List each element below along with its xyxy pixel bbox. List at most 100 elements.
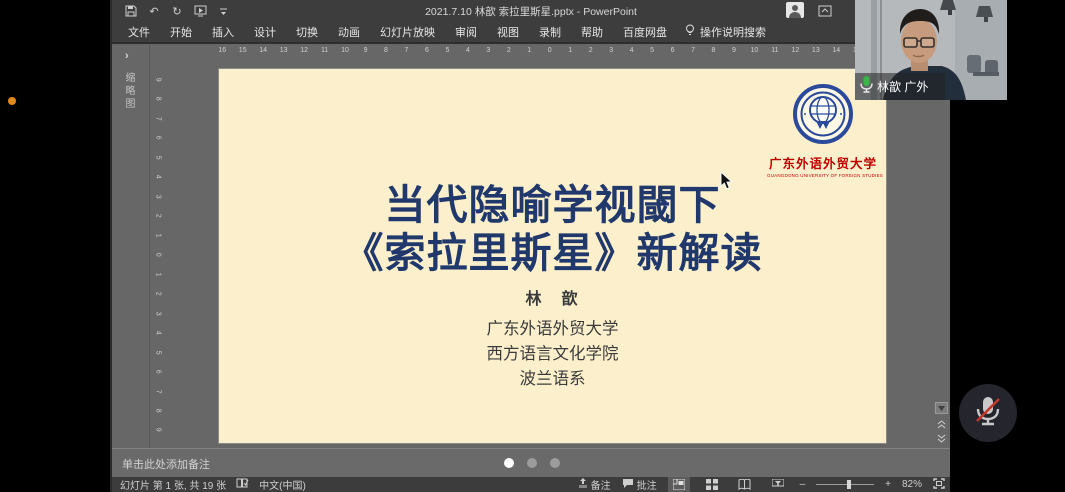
ribbon-tab-1[interactable]: 开始 [160, 24, 202, 40]
slide-indicator-dots [504, 458, 560, 468]
notes-placeholder[interactable]: 单击此处添加备注 [122, 456, 210, 472]
hruler-number-3: 13 [273, 45, 293, 57]
slide-title[interactable]: 当代隐喻学视閾下 《索拉里斯星》新解读 [219, 181, 886, 277]
previous-slide-icon[interactable] [935, 418, 948, 430]
vruler-number-18: 9 [148, 424, 167, 436]
ribbon-tab-4[interactable]: 切换 [286, 24, 328, 40]
reading-view-button[interactable] [734, 477, 756, 492]
zoom-out-icon[interactable]: – [800, 479, 806, 490]
status-bar: 幻灯片 第 1 张, 共 19 张 中文(中国) 备注 批注 [112, 477, 950, 492]
start-slideshow-icon[interactable] [193, 4, 207, 18]
hruler-number-24: 8 [703, 45, 723, 57]
ribbon-tab-9[interactable]: 录制 [529, 24, 571, 40]
vertical-scrollbar[interactable] [935, 44, 948, 448]
zoom-slider[interactable] [816, 477, 874, 492]
slide-title-line1: 当代隐喻学视閾下 [219, 181, 886, 229]
notes-toggle[interactable]: 备注 [578, 477, 611, 492]
redo-icon[interactable]: ↻ [170, 4, 184, 18]
webcam-name: 林歆 广外 [877, 78, 928, 95]
hruler-number-28: 12 [785, 45, 805, 57]
affiliation-faculty: 西方语言文化学院 [219, 342, 886, 367]
mute-microphone-button[interactable] [959, 384, 1017, 442]
scroll-down-icon[interactable] [935, 402, 948, 414]
quick-access-toolbar: ↶ ↻ [112, 4, 230, 18]
normal-view-button[interactable] [668, 477, 690, 492]
notes-toggle-label: 备注 [591, 477, 611, 492]
indicator-dot-0 [504, 458, 514, 468]
affiliation-department: 波兰语系 [219, 367, 886, 392]
ribbon-tab-3[interactable]: 设计 [244, 24, 286, 40]
save-icon[interactable] [124, 4, 138, 18]
vruler-number-5: 4 [148, 171, 167, 183]
thumbnail-panel-collapsed[interactable]: › 缩略图 [112, 44, 150, 448]
expand-panel-arrow[interactable]: › [125, 50, 129, 62]
next-slide-icon[interactable] [935, 432, 948, 444]
hruler-number-22: 6 [662, 45, 682, 57]
hruler-number-17: 1 [560, 45, 580, 57]
fit-to-window-icon[interactable] [933, 478, 945, 492]
vruler-number-0: 9 [148, 74, 167, 86]
hruler-number-11: 5 [437, 45, 457, 57]
hruler-number-13: 3 [478, 45, 498, 57]
hruler-number-20: 4 [621, 45, 641, 57]
tell-me-search[interactable]: 操作说明搜索 [685, 24, 766, 40]
vruler-number-8: 1 [148, 229, 167, 241]
hruler-number-23: 7 [683, 45, 703, 57]
webcam-overlay[interactable]: 林歆 广外 [855, 0, 1007, 100]
editor-canvas: › 缩略图 1615141312111098765432101234567891… [112, 42, 950, 448]
slideshow-view-button[interactable] [767, 477, 789, 492]
zoom-in-icon[interactable]: + [885, 479, 891, 490]
logo-subcaption: GUANGDONG UNIVERSITY OF FOREIGN STUDIES [767, 173, 879, 178]
hruler-number-1: 15 [232, 45, 252, 57]
zoom-percentage[interactable]: 82% [902, 479, 922, 490]
ribbon-tab-11[interactable]: 百度网盘 [613, 24, 677, 40]
slide[interactable]: 广东外语外贸大学 GUANGDONG UNIVERSITY OF FOREIGN… [219, 69, 886, 443]
hruler-number-18: 2 [580, 45, 600, 57]
ribbon-tab-8[interactable]: 视图 [487, 24, 529, 40]
author-block[interactable]: 林 歆 广东外语外贸大学 西方语言文化学院 波兰语系 [219, 285, 886, 392]
ribbon-tabs: 文件开始插入设计切换动画幻灯片放映审阅视图录制帮助百度网盘 操作说明搜索 [112, 22, 950, 42]
horizontal-ruler: 1615141312111098765432101234567891011121… [212, 45, 867, 57]
comment-icon [622, 478, 634, 492]
hruler-number-21: 5 [642, 45, 662, 57]
vruler-number-13: 4 [148, 327, 167, 339]
affiliation-university: 广东外语外贸大学 [219, 317, 886, 342]
vruler-number-17: 8 [148, 405, 167, 417]
indicator-dot-1 [527, 458, 537, 468]
titlebar: ↶ ↻ 2021.7.10 林歆 索拉里斯星.pptx - PowerPoint [112, 0, 950, 22]
hruler-number-27: 11 [765, 45, 785, 57]
ribbon-tab-6[interactable]: 幻灯片放映 [370, 24, 445, 40]
slide-sorter-view-button[interactable] [701, 477, 723, 492]
hruler-number-7: 9 [355, 45, 375, 57]
ribbon-tab-0[interactable]: 文件 [118, 24, 160, 40]
hruler-number-4: 12 [294, 45, 314, 57]
comments-toggle[interactable]: 批注 [622, 477, 657, 492]
hruler-number-9: 7 [396, 45, 416, 57]
undo-icon[interactable]: ↶ [147, 4, 161, 18]
annotation-dot[interactable] [8, 97, 16, 105]
indicator-dot-2 [550, 458, 560, 468]
ribbon-tab-2[interactable]: 插入 [202, 24, 244, 40]
vruler-number-15: 6 [148, 366, 167, 378]
hruler-number-6: 10 [335, 45, 355, 57]
vruler-number-1: 8 [148, 93, 167, 105]
vruler-number-12: 3 [148, 307, 167, 319]
slide-counter: 幻灯片 第 1 张, 共 19 张 [120, 477, 226, 492]
author-name: 林 歆 [219, 285, 886, 309]
notes-icon [578, 478, 588, 491]
university-seal-icon [792, 132, 854, 149]
hruler-number-25: 9 [724, 45, 744, 57]
hruler-number-0: 16 [212, 45, 232, 57]
ribbon-display-options-icon[interactable] [818, 4, 832, 22]
ribbon-tab-10[interactable]: 帮助 [571, 24, 613, 40]
ribbon-tab-7[interactable]: 审阅 [445, 24, 487, 40]
notes-pane[interactable]: 单击此处添加备注 [112, 448, 950, 477]
language-indicator[interactable]: 中文(中国) [259, 477, 306, 492]
hruler-number-19: 3 [601, 45, 621, 57]
hruler-number-10: 6 [417, 45, 437, 57]
ribbon-tab-5[interactable]: 动画 [328, 24, 370, 40]
customize-toolbar-icon[interactable] [216, 4, 230, 18]
spellcheck-icon[interactable] [236, 478, 249, 492]
account-icon[interactable] [786, 2, 804, 23]
zoom-slider-handle[interactable] [847, 480, 851, 489]
